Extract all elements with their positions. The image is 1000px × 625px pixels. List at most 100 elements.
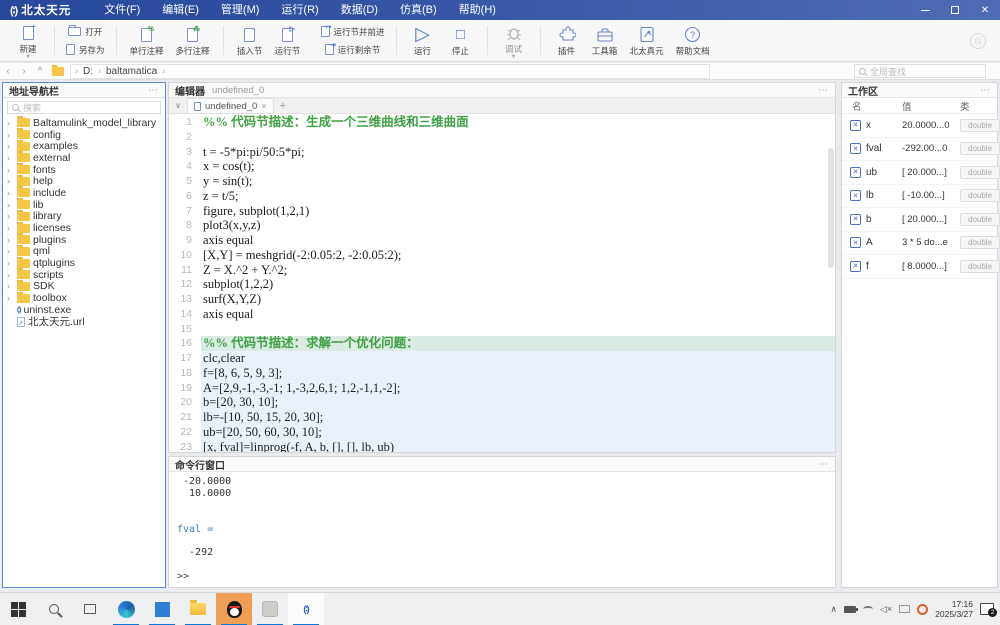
multi-comment-button[interactable]: ⁂ 多行注释 bbox=[170, 22, 216, 60]
code-line[interactable]: 3t = -5*pi:pi/50:5*pi; bbox=[169, 145, 835, 160]
run-button[interactable]: ▷ 运行 bbox=[404, 22, 442, 60]
breadcrumb[interactable]: › D: › baltamatica › bbox=[70, 64, 710, 79]
menu-item[interactable]: 管理(M) bbox=[210, 0, 271, 20]
workspace-row[interactable]: ✕x20.0000...0double bbox=[842, 114, 997, 138]
debug-button[interactable]: 调试 ▼ bbox=[495, 22, 533, 60]
code-line[interactable]: 17clc,clear bbox=[169, 351, 835, 366]
current-folder-icon[interactable] bbox=[52, 67, 64, 76]
code-line[interactable]: 22ub=[20, 50, 60, 30, 10]; bbox=[169, 425, 835, 440]
tree-item-folder[interactable]: ›licenses bbox=[3, 222, 165, 234]
menu-item[interactable]: 编辑(E) bbox=[151, 0, 210, 20]
expand-chevron-icon[interactable]: › bbox=[7, 130, 14, 140]
save-as-button[interactable]: 另存为 bbox=[62, 42, 109, 57]
tree-item-folder[interactable]: ›SDK bbox=[3, 281, 165, 293]
code-line[interactable]: 5y = sin(t); bbox=[169, 174, 835, 189]
code-line[interactable]: 6z = t/5; bbox=[169, 189, 835, 204]
col-value[interactable]: 值 bbox=[902, 99, 960, 113]
code-line[interactable]: 1%% 代码节描述：生成一个三维曲线和三维曲面 bbox=[169, 115, 835, 130]
code-line[interactable]: 8plot3(x,y,z) bbox=[169, 218, 835, 233]
tree-item-folder[interactable]: ›library bbox=[3, 211, 165, 223]
tree-item-folder[interactable]: ›Baltamulink_model_library bbox=[3, 117, 165, 129]
menu-item[interactable]: 运行(R) bbox=[270, 0, 329, 20]
taskbar-clock[interactable]: 17:16 2025/3/27 bbox=[935, 599, 973, 619]
tree-item-folder[interactable]: ›config bbox=[3, 129, 165, 141]
code-line[interactable]: 9axis equal bbox=[169, 233, 835, 248]
workspace-menu-button[interactable]: ⋯ bbox=[980, 85, 991, 96]
taskbar-explorer-button[interactable] bbox=[180, 593, 216, 625]
workspace-row[interactable]: ✕fval-292.00...0double bbox=[842, 138, 997, 162]
expand-chevron-icon[interactable]: › bbox=[7, 223, 14, 233]
tree-item-folder[interactable]: ›qml bbox=[3, 246, 165, 258]
taskbar-vscode-button[interactable] bbox=[144, 593, 180, 625]
col-class[interactable]: 类 bbox=[960, 99, 970, 113]
tab-close-icon[interactable]: × bbox=[261, 101, 266, 111]
tree-item-folder[interactable]: ›include bbox=[3, 187, 165, 199]
command-window[interactable]: -20.0000 10.0000fval = -292>> bbox=[169, 473, 835, 587]
code-line[interactable]: 13surf(X,Y,Z) bbox=[169, 292, 835, 307]
run-section-button[interactable]: ▷ 运行节 bbox=[269, 22, 307, 60]
expand-chevron-icon[interactable]: › bbox=[7, 246, 14, 256]
tab-list-chevron-icon[interactable]: ∨ bbox=[169, 101, 187, 110]
expand-chevron-icon[interactable]: › bbox=[7, 293, 14, 303]
notification-center-button[interactable]: 2 bbox=[980, 603, 994, 615]
expand-chevron-icon[interactable]: › bbox=[7, 118, 14, 128]
command-window-menu-button[interactable]: ⋯ bbox=[818, 459, 829, 470]
restore-button[interactable] bbox=[940, 0, 970, 20]
taskbar-qq-button[interactable] bbox=[216, 593, 252, 625]
editor-scrollbar[interactable] bbox=[828, 148, 834, 268]
code-line[interactable]: 19A=[2,9,-1,-3,-1; 1,-3,2,6,1; 1,2,-1,1,… bbox=[169, 381, 835, 396]
expand-chevron-icon[interactable]: › bbox=[7, 270, 14, 280]
code-line[interactable]: 11Z = X.^2 + Y.^2; bbox=[169, 263, 835, 278]
code-line[interactable]: 23[x, fval]=linprog(-f, A, b, [], [], lb… bbox=[169, 440, 835, 453]
expand-chevron-icon[interactable]: › bbox=[7, 176, 14, 186]
expand-chevron-icon[interactable]: › bbox=[7, 235, 14, 245]
code-line[interactable]: 20b=[20, 30, 10]; bbox=[169, 395, 835, 410]
workspace-row[interactable]: ✕ub[ 20.000...]double bbox=[842, 161, 997, 185]
toolbox-button[interactable]: 工具箱 bbox=[586, 22, 624, 60]
workspace-row[interactable]: ✕A3 * 5 do...edouble bbox=[842, 232, 997, 256]
menu-item[interactable]: 文件(F) bbox=[93, 0, 151, 20]
expand-chevron-icon[interactable]: › bbox=[7, 188, 14, 198]
tree-item-folder[interactable]: ›scripts bbox=[3, 269, 165, 281]
global-search-input[interactable]: 全局查找 bbox=[854, 64, 986, 78]
close-button[interactable]: ✕ bbox=[970, 0, 1000, 20]
expand-chevron-icon[interactable]: › bbox=[7, 258, 14, 268]
code-line[interactable]: 2 bbox=[169, 130, 835, 145]
up-button[interactable]: ^ bbox=[32, 66, 48, 77]
tree-item-folder[interactable]: ›qtplugins bbox=[3, 257, 165, 269]
menu-item[interactable]: 仿真(B) bbox=[389, 0, 448, 20]
expand-chevron-icon[interactable]: › bbox=[7, 165, 14, 175]
expand-chevron-icon[interactable]: › bbox=[7, 281, 14, 291]
open-button[interactable]: 打开 bbox=[64, 24, 106, 39]
workspace-row[interactable]: ✕b[ 20.000...]double bbox=[842, 208, 997, 232]
editor-panel-menu-button[interactable]: ⋯ bbox=[818, 85, 829, 96]
wifi-icon[interactable] bbox=[863, 606, 873, 612]
taskbar-edge-button[interactable] bbox=[108, 593, 144, 625]
start-button[interactable] bbox=[0, 593, 36, 625]
battery-icon[interactable] bbox=[844, 606, 856, 613]
code-line[interactable]: 7figure, subplot(1,2,1) bbox=[169, 204, 835, 219]
code-line[interactable]: 10[X,Y] = meshgrid(-2:0.05:2, -2:0.05:2)… bbox=[169, 248, 835, 263]
tree-item-file[interactable]: 北太天元.url bbox=[3, 316, 165, 328]
run-remaining-button[interactable]: ⇥ 运行剩余节 bbox=[321, 42, 385, 57]
code-line[interactable]: 12subplot(1,2,2) bbox=[169, 277, 835, 292]
code-line[interactable]: 18f=[8, 6, 5, 9, 3]; bbox=[169, 366, 835, 381]
expand-chevron-icon[interactable]: › bbox=[7, 211, 14, 221]
forward-button[interactable]: › bbox=[16, 66, 32, 77]
tab-undefined-0[interactable]: undefined_0 × bbox=[187, 98, 274, 113]
workspace-row[interactable]: ✕lb[ -10.00...]double bbox=[842, 185, 997, 209]
plugin-button[interactable]: 插件 bbox=[548, 22, 586, 60]
breadcrumb-folder[interactable]: baltamatica bbox=[106, 66, 157, 77]
help-doc-button[interactable]: ? 帮助文档 bbox=[670, 22, 716, 60]
breadcrumb-drive[interactable]: D: bbox=[83, 66, 93, 77]
tree-item-folder[interactable]: ›fonts bbox=[3, 164, 165, 176]
task-view-button[interactable] bbox=[72, 593, 108, 625]
menu-item[interactable]: 帮助(H) bbox=[448, 0, 507, 20]
nav-panel-menu-button[interactable]: ⋯ bbox=[148, 85, 159, 96]
new-button[interactable]: + 新建 ▼ bbox=[9, 22, 47, 60]
tray-expand-chevron-icon[interactable]: ∧ bbox=[830, 604, 837, 615]
expand-chevron-icon[interactable]: › bbox=[7, 200, 14, 210]
tree-item-folder[interactable]: ›external bbox=[3, 152, 165, 164]
workspace-row[interactable]: ✕f[ 8.0000...]double bbox=[842, 255, 997, 279]
tree-item-folder[interactable]: ›plugins bbox=[3, 234, 165, 246]
